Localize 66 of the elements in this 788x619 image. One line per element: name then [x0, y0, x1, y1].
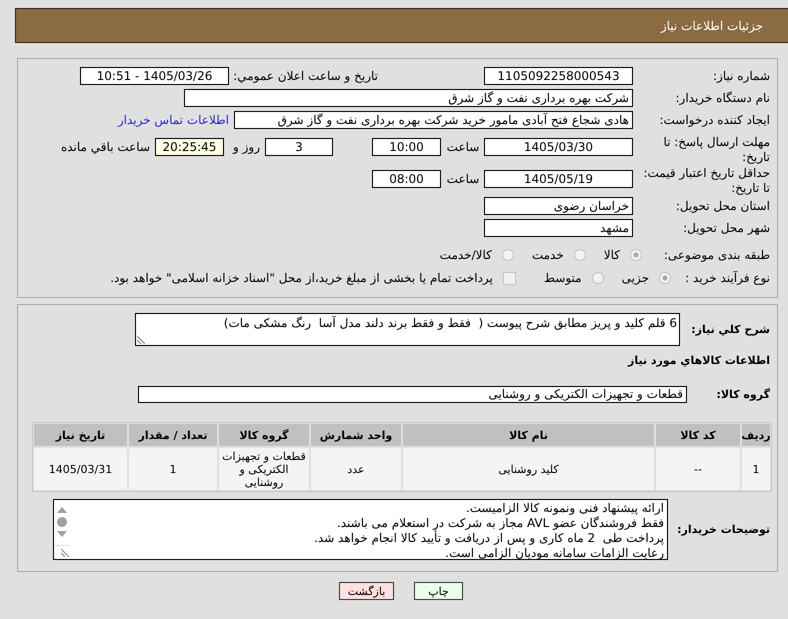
- table-header-cell: تعداد / مقدار: [129, 424, 217, 446]
- radio-label: خدمت: [532, 247, 564, 264]
- table-cell: 1405/03/31: [34, 448, 127, 490]
- province-field[interactable]: خراسان رضوی: [484, 197, 633, 215]
- field-label: حداقل تاریخ اعتبار قیمت: تا تاریخ:: [642, 166, 770, 196]
- radio-label: متوسط: [544, 270, 582, 287]
- field-label: طبقه بندی موضوعی:: [662, 247, 770, 264]
- remaining-label: ساعت باقي مانده: [60, 139, 150, 156]
- time-label: ساعت: [446, 139, 480, 156]
- resize-handle-icon[interactable]: [61, 549, 69, 557]
- need-number-field[interactable]: 1105092258000543: [484, 67, 633, 85]
- buyer-org-field[interactable]: شرکت بهره برداری نفت و گاز شرق: [184, 89, 633, 107]
- field-label: گروه کالا:: [715, 388, 770, 401]
- validity-date-field[interactable]: 1405/05/19: [484, 170, 633, 188]
- table-cell: 1: [742, 448, 770, 490]
- resize-handle-icon[interactable]: [137, 336, 145, 344]
- radio-label: کالا: [604, 247, 620, 264]
- note-line: رعایت الزامات سامانه مودیان الزامی است.: [445, 546, 664, 561]
- field-label: استان محل تحویل:: [674, 198, 770, 215]
- radio-label: جزیی: [622, 270, 649, 287]
- deadline-date-field[interactable]: 1405/03/30: [484, 138, 633, 156]
- section-title: اطلاعات کالاهاي مورد نیاز: [628, 353, 770, 369]
- field-label: تاریخ و ساعت اعلان عمومي:: [232, 68, 378, 85]
- field-label: توضیحات خریدار:: [676, 523, 770, 536]
- table-cell: قطعات و تجهیزات الکتریکی و روشنایی: [219, 448, 309, 490]
- scroll-down-arrow-icon[interactable]: [56, 531, 66, 537]
- table-cell: کلید روشنایی: [403, 448, 654, 490]
- deadline-time-field[interactable]: 10:00: [372, 138, 441, 156]
- buyer-notes-text-area[interactable]: ارائه پیشنهاد فنی ونمونه کالا الزامیست. فقط فروشندگان عضو AVL مجاز به شرکت در استعلام می باشند. پرداخت طی 2 ماه کاری و پس از دریافت و تأیید کالا انجام خواهد شد. رعایت الزامات سامانه مودیان الزامی است.: [53, 499, 668, 560]
- scroll-thumb-icon[interactable]: [56, 517, 66, 527]
- table-header-cell: نام کالا: [403, 424, 654, 446]
- city-field[interactable]: مشهد: [484, 219, 633, 237]
- page-title: جزئیات اطلاعات نیاز: [660, 18, 763, 32]
- goods-group-field[interactable]: قطعات و تجهیزات الکتریکی و روشنایی: [138, 386, 687, 403]
- table-header-cell: تاریخ نیاز: [34, 424, 127, 446]
- scroll-up-arrow-icon[interactable]: [56, 507, 66, 513]
- validity-time-field[interactable]: 08:00: [372, 170, 441, 188]
- field-label: شرح کلي نیاز:: [690, 323, 770, 336]
- requester-field[interactable]: هادی شجاع فتح آبادی مامور خرید شرکت بهره برداری نفت و گاز شرق: [234, 111, 633, 129]
- note-line: پرداخت طی 2 ماه کاری و پس از دریافت و تأیید کالا انجام خواهد شد.: [314, 531, 664, 546]
- field-label: نام دستگاه خریدار:: [674, 90, 770, 107]
- note-line: فقط فروشندگان عضو AVL مجاز به شرکت در استعلام می باشند.: [336, 516, 664, 530]
- field-label: نوع فرآیند خرید :: [684, 270, 770, 287]
- days-field[interactable]: 3: [265, 138, 333, 156]
- table-cell: 1: [129, 448, 217, 490]
- field-label: مهلت ارسال پاسخ: تا تاریخ:: [662, 135, 770, 165]
- announcement-date-field[interactable]: 1405/03/26 - 10:51: [80, 67, 229, 85]
- field-label: شهر محل تحویل:: [682, 220, 770, 237]
- table-cell: --: [656, 448, 740, 490]
- radio-label: کالا/خدمت: [440, 247, 492, 264]
- days-label: روز و: [233, 139, 260, 156]
- table-header-cell: کد کالا: [656, 424, 740, 446]
- note-line: ارائه پیشنهاد فنی ونمونه کالا الزامیست.: [466, 501, 664, 516]
- table-header-cell: گروه کالا: [219, 424, 309, 446]
- table-header-cell: واحد شمارش: [311, 424, 401, 446]
- summary-text-area[interactable]: 6 قلم کلید و پریز مطابق شرح پیوست ( فقط و فقط برند دلند مدل آسا رنگ مشکی مات): [135, 313, 680, 346]
- print-button[interactable]: چاپ: [414, 582, 463, 600]
- back-button[interactable]: بازگشت: [339, 582, 394, 600]
- time-label: ساعت: [446, 171, 480, 188]
- field-label: ایجاد کننده درخواست:: [658, 112, 770, 129]
- checkbox-label: پرداخت تمام یا بخشی از مبلغ خرید،از محل "اسناد خزانه اسلامی" خواهد بود.: [110, 270, 493, 287]
- contact-link[interactable]: اطلاعات تماس خریدار: [118, 111, 229, 129]
- remaining-time-field[interactable]: 20:25:45: [155, 138, 224, 156]
- table-cell: عدد: [311, 448, 401, 490]
- table-header-cell: ردیف: [742, 424, 770, 446]
- field-label: شماره نیاز:: [712, 68, 770, 85]
